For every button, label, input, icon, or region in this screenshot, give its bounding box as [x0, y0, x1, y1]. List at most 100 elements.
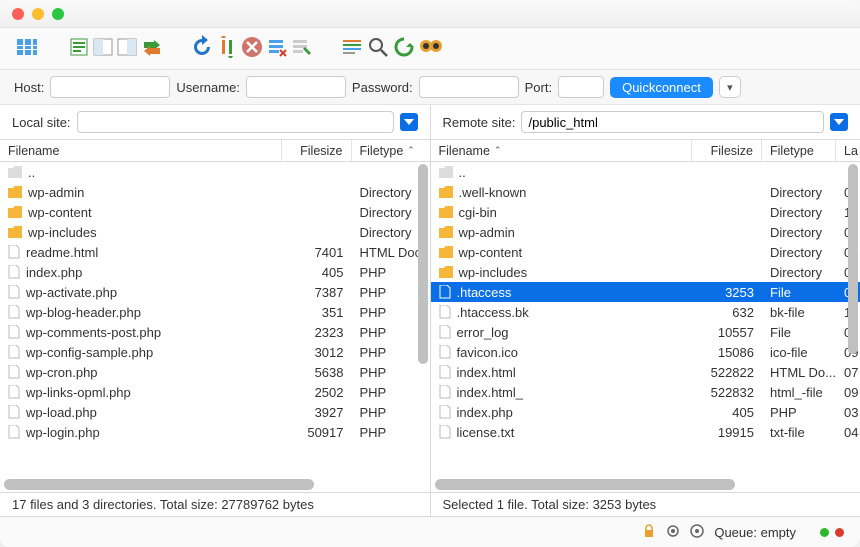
remote-col-last[interactable]: La	[836, 140, 860, 161]
row-filename: wp-content	[459, 245, 523, 260]
compare-icon[interactable]	[392, 35, 416, 62]
toggle-remote-tree-icon[interactable]	[116, 36, 138, 61]
search-icon[interactable]	[366, 35, 390, 62]
row-filename: index.php	[26, 265, 82, 280]
file-row[interactable]: wp-blog-header.php351PHP	[0, 302, 430, 322]
led-red	[835, 528, 844, 537]
file-row[interactable]: .htaccess3253File03	[431, 282, 860, 302]
folder-row[interactable]: .well-knownDirectory01	[431, 182, 860, 202]
file-row[interactable]: .htaccess.bk632bk-file11	[431, 302, 860, 322]
file-row[interactable]: wp-login.php50917PHP	[0, 422, 430, 442]
disconnect-icon[interactable]	[266, 36, 288, 61]
toggle-queue-icon[interactable]	[140, 36, 162, 61]
file-row[interactable]: error_log10557File03	[431, 322, 860, 342]
file-row[interactable]: license.txt19915txt-file04	[431, 422, 860, 442]
remote-vscroll[interactable]	[848, 164, 858, 476]
folder-icon	[8, 206, 22, 218]
app-window: Host: Username: Password: Port: Quickcon…	[0, 0, 860, 547]
remote-col-filename[interactable]: Filename⌃	[431, 140, 693, 161]
local-col-filesize[interactable]: Filesize	[282, 140, 352, 161]
remote-file-list[interactable]: ...well-knownDirectory01cgi-binDirectory…	[431, 162, 860, 478]
file-panes: Filename Filesize Filetype⌃ ..wp-adminDi…	[0, 140, 860, 493]
file-row[interactable]: wp-cron.php5638PHP	[0, 362, 430, 382]
parent-dir-row[interactable]: ..	[431, 162, 860, 182]
parent-dir-row[interactable]: ..	[0, 162, 430, 182]
folder-row[interactable]: wp-includesDirectory09	[431, 262, 860, 282]
zoom-window-button[interactable]	[52, 8, 64, 20]
filter-icon[interactable]	[340, 36, 364, 61]
remote-site-input[interactable]	[521, 111, 824, 133]
file-row[interactable]: index.php405PHP	[0, 262, 430, 282]
file-row[interactable]: wp-load.php3927PHP	[0, 402, 430, 422]
row-filesize: 405	[282, 265, 352, 280]
file-row[interactable]: readme.html7401HTML Doc	[0, 242, 430, 262]
remote-site-dropdown[interactable]	[830, 113, 848, 131]
row-filetype: File	[762, 285, 836, 300]
local-vscroll[interactable]	[418, 164, 428, 476]
row-filetype: Directory	[762, 205, 836, 220]
file-row[interactable]: index.html522822HTML Do...07	[431, 362, 860, 382]
find-icon[interactable]	[418, 36, 444, 61]
local-site-input[interactable]	[77, 111, 394, 133]
file-row[interactable]: wp-comments-post.php2323PHP	[0, 322, 430, 342]
row-filetype: Directory	[762, 265, 836, 280]
folder-row[interactable]: wp-contentDirectory	[0, 202, 430, 222]
remote-hscroll[interactable]	[431, 478, 860, 492]
folder-row[interactable]: wp-contentDirectory04	[431, 242, 860, 262]
file-row[interactable]: wp-links-opml.php2502PHP	[0, 382, 430, 402]
file-row[interactable]: wp-config-sample.php3012PHP	[0, 342, 430, 362]
folder-icon	[439, 246, 453, 258]
host-input[interactable]	[50, 76, 170, 98]
remote-col-filesize[interactable]: Filesize	[692, 140, 762, 161]
toggle-local-tree-icon[interactable]	[92, 36, 114, 61]
local-col-filetype[interactable]: Filetype⌃	[352, 140, 430, 161]
local-site-label: Local site:	[12, 115, 71, 130]
row-filesize: 2323	[282, 325, 352, 340]
row-filename: index.html	[457, 365, 516, 380]
row-filename: favicon.ico	[457, 345, 518, 360]
minimize-window-button[interactable]	[32, 8, 44, 20]
local-hscroll[interactable]	[0, 478, 430, 492]
quickconnect-history-button[interactable]: ▾	[719, 76, 741, 98]
refresh-icon[interactable]	[190, 35, 214, 62]
local-site-dropdown[interactable]	[400, 113, 418, 131]
toggle-log-icon[interactable]	[68, 36, 90, 61]
folder-row[interactable]: wp-adminDirectory	[0, 182, 430, 202]
port-input[interactable]	[558, 76, 604, 98]
site-manager-icon[interactable]	[14, 35, 40, 62]
process-queue-icon[interactable]	[216, 36, 238, 61]
row-filesize: 3253	[692, 285, 762, 300]
local-status: 17 files and 3 directories. Total size: …	[0, 493, 431, 516]
folder-row[interactable]: wp-adminDirectory09	[431, 222, 860, 242]
queue-icon[interactable]	[690, 524, 704, 541]
folder-icon	[439, 226, 453, 238]
quickconnect-button[interactable]: Quickconnect	[610, 77, 713, 98]
close-window-button[interactable]	[12, 8, 24, 20]
folder-icon	[8, 226, 22, 238]
row-filename: wp-blog-header.php	[26, 305, 141, 320]
row-filename: index.php	[457, 405, 513, 420]
local-col-filename[interactable]: Filename	[0, 140, 282, 161]
remote-status: Selected 1 file. Total size: 3253 bytes	[431, 493, 860, 516]
port-label: Port:	[525, 80, 552, 95]
file-icon	[439, 345, 451, 359]
folder-row[interactable]: wp-includesDirectory	[0, 222, 430, 242]
row-filesize: 3012	[282, 345, 352, 360]
gear-icon[interactable]	[666, 524, 680, 541]
reconnect-icon[interactable]	[290, 36, 312, 61]
file-row[interactable]: wp-activate.php7387PHP	[0, 282, 430, 302]
file-row[interactable]: favicon.ico15086ico-file09	[431, 342, 860, 362]
cancel-icon[interactable]	[240, 35, 264, 62]
local-file-list[interactable]: ..wp-adminDirectorywp-contentDirectorywp…	[0, 162, 430, 478]
led-green	[820, 528, 829, 537]
quickconnect-bar: Host: Username: Password: Port: Quickcon…	[0, 70, 860, 105]
remote-col-filetype[interactable]: Filetype	[762, 140, 836, 161]
file-row[interactable]: index.html_522832html_-file09	[431, 382, 860, 402]
row-filesize: 19915	[692, 425, 762, 440]
folder-row[interactable]: cgi-binDirectory11	[431, 202, 860, 222]
password-input[interactable]	[419, 76, 519, 98]
username-input[interactable]	[246, 76, 346, 98]
row-filename: wp-login.php	[26, 425, 100, 440]
lock-icon[interactable]	[642, 524, 656, 541]
file-row[interactable]: index.php405PHP03	[431, 402, 860, 422]
